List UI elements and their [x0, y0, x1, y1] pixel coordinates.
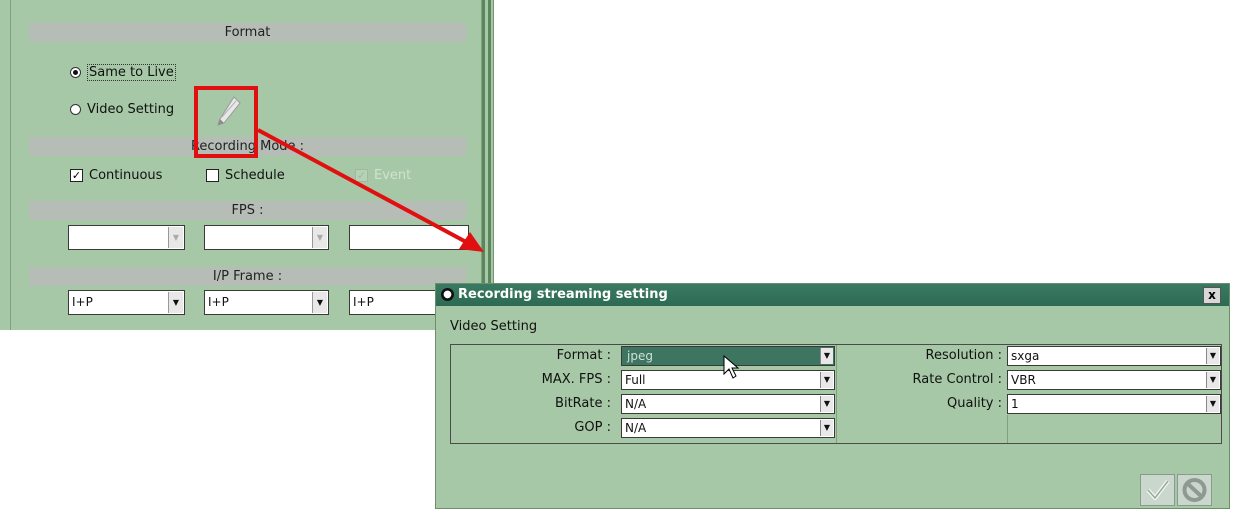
event-label: Event: [374, 168, 412, 183]
chevron-down-icon: ▼: [820, 396, 833, 412]
grid-divider: [1007, 415, 1008, 443]
ip-frame-value: I+P: [72, 295, 93, 309]
schedule-option[interactable]: Schedule: [206, 168, 285, 183]
app-icon: ●: [441, 288, 454, 301]
dialog-title: Recording streaming setting: [458, 287, 668, 302]
chevron-down-icon: ▼: [312, 227, 327, 248]
recording-settings-panel: Format Same to Live Video Setting Record…: [0, 0, 494, 330]
continuous-label: Continuous: [89, 168, 163, 183]
recording-streaming-dialog: ● Recording streaming setting x Video Se…: [435, 283, 1230, 509]
bitrate-value: N/A: [625, 397, 647, 411]
fps-select-1[interactable]: ▼: [68, 225, 185, 250]
radio-video-setting[interactable]: [70, 104, 81, 115]
schedule-label: Schedule: [225, 168, 285, 183]
gop-label: GOP :: [574, 420, 611, 435]
fps-header: FPS :: [29, 201, 466, 220]
video-settings-grid: Format : jpeg ▼ MAX. FPS : Full ▼ BitRat…: [450, 344, 1222, 444]
chevron-down-icon: ▼: [1206, 372, 1219, 388]
quality-label: Quality :: [947, 396, 1002, 411]
video-setting-title: Video Setting: [450, 319, 538, 334]
radio-same-to-live[interactable]: [70, 67, 81, 78]
rate-control-select[interactable]: VBR ▼: [1007, 370, 1221, 390]
bitrate-label: BitRate :: [555, 396, 611, 411]
chevron-down-icon: ▼: [820, 372, 833, 388]
dialog-titlebar[interactable]: ● Recording streaming setting x: [436, 284, 1229, 306]
quality-value: 1: [1011, 397, 1019, 411]
gop-value: N/A: [625, 421, 647, 435]
max-fps-label: MAX. FPS :: [541, 372, 611, 387]
format-value: jpeg: [625, 349, 655, 363]
same-to-live-label: Same to Live: [87, 64, 176, 81]
continuous-option[interactable]: ✓ Continuous: [70, 168, 162, 183]
video-setting-label: Video Setting: [87, 102, 175, 117]
bitrate-select[interactable]: N/A ▼: [621, 394, 835, 414]
chevron-down-icon: ▼: [168, 292, 183, 313]
cancel-button[interactable]: [1177, 474, 1212, 506]
cancel-icon: [1182, 478, 1207, 502]
ip-frame-select-1[interactable]: I+P ▼: [68, 290, 185, 315]
chevron-down-icon: ▼: [312, 292, 327, 313]
quality-select[interactable]: 1 ▼: [1007, 394, 1221, 414]
fps-select-2[interactable]: ▼: [204, 225, 329, 250]
resolution-select[interactable]: sxga ▼: [1007, 346, 1221, 366]
event-option: ✓ Event: [355, 168, 411, 183]
fps-select-3[interactable]: [349, 225, 469, 250]
schedule-checkbox[interactable]: [206, 169, 219, 182]
chevron-down-icon: ▼: [820, 420, 833, 436]
max-fps-value: Full: [625, 373, 646, 387]
check-icon: [1146, 479, 1170, 500]
ok-button[interactable]: [1140, 474, 1175, 506]
ip-frame-select-2[interactable]: I+P ▼: [204, 290, 329, 315]
same-to-live-option[interactable]: Same to Live: [70, 64, 176, 81]
cursor-icon: [723, 354, 740, 379]
continuous-checkbox[interactable]: ✓: [70, 169, 83, 182]
highlight-box: [194, 86, 258, 158]
event-checkbox: ✓: [355, 169, 368, 182]
panel-divider: [482, 0, 485, 330]
ip-frame-value: I+P: [353, 295, 374, 309]
chevron-down-icon: ▼: [1206, 396, 1219, 412]
ip-frame-header: I/P Frame :: [29, 267, 466, 286]
chevron-down-icon: ▼: [1206, 348, 1219, 364]
rate-control-label: Rate Control :: [912, 372, 1002, 387]
chevron-down-icon: ▼: [168, 227, 183, 248]
gop-select[interactable]: N/A ▼: [621, 418, 835, 438]
ip-frame-value: I+P: [208, 295, 229, 309]
rate-control-value: VBR: [1011, 373, 1036, 387]
resolution-value: sxga: [1011, 349, 1040, 363]
panel-divider: [488, 0, 491, 330]
format-header: Format: [29, 23, 466, 42]
format-label: Format :: [556, 348, 611, 363]
chevron-down-icon: ▼: [820, 348, 833, 364]
video-setting-option[interactable]: Video Setting: [70, 102, 174, 117]
close-button[interactable]: x: [1203, 287, 1221, 304]
resolution-label: Resolution :: [925, 348, 1002, 363]
